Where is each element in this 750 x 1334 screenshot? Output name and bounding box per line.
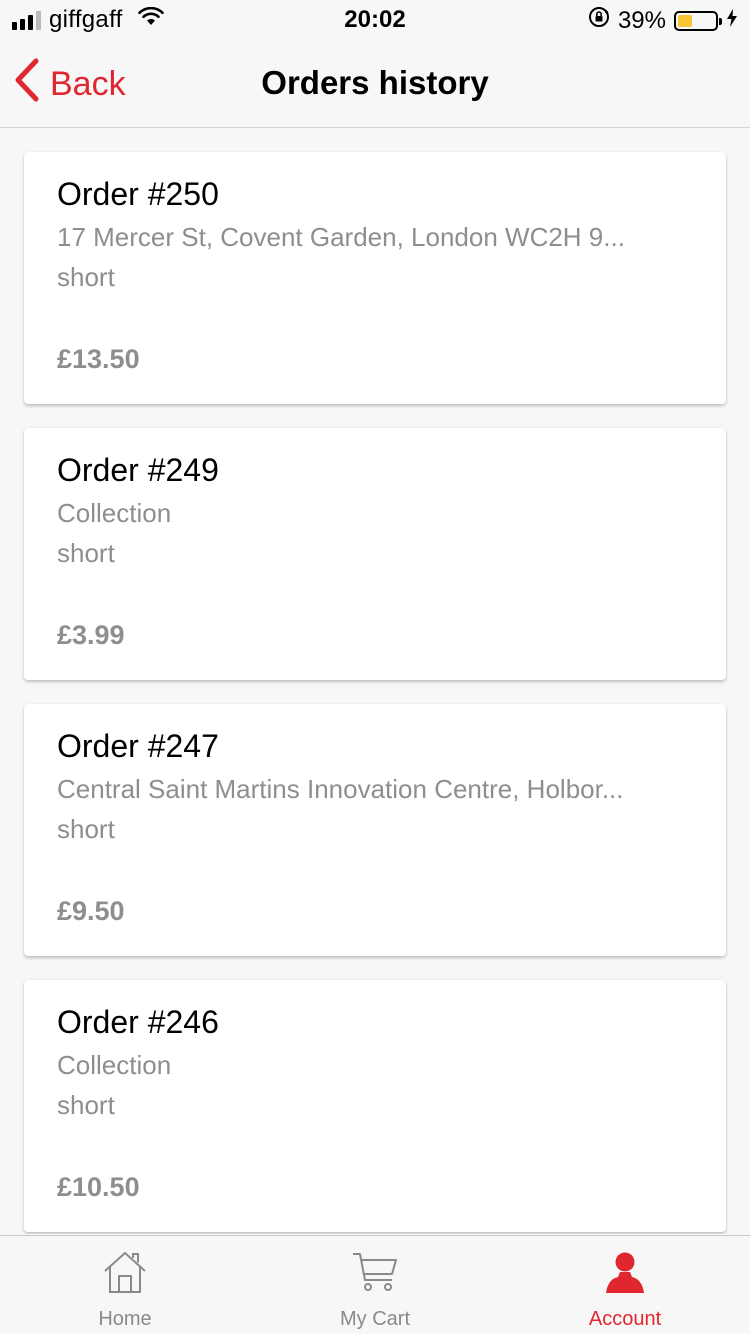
page-title: Orders history bbox=[261, 64, 489, 101]
home-icon bbox=[102, 1250, 148, 1299]
orders-list[interactable]: Order #250 17 Mercer St, Covent Garden, … bbox=[0, 128, 750, 1234]
order-type: short bbox=[57, 538, 115, 568]
status-bar: giffgaff 20:02 39% bbox=[0, 0, 750, 40]
order-card[interactable]: Order #246 Collection short £10.50 bbox=[24, 980, 726, 1232]
order-card[interactable]: Order #249 Collection short £3.99 bbox=[24, 428, 726, 680]
order-price: £9.50 bbox=[57, 896, 125, 926]
charging-icon bbox=[726, 7, 738, 35]
person-icon bbox=[603, 1250, 647, 1299]
order-price: £3.99 bbox=[57, 620, 125, 650]
tab-label: My Cart bbox=[340, 1308, 410, 1330]
order-number: Order #249 bbox=[57, 452, 219, 488]
screen: giffgaff 20:02 39% Back Orders history O… bbox=[0, 0, 750, 1334]
order-address: Central Saint Martins Innovation Centre,… bbox=[57, 774, 624, 804]
tab-bar: Home My Cart Account bbox=[0, 1235, 750, 1334]
order-number: Order #246 bbox=[57, 1004, 219, 1040]
order-type: short bbox=[57, 814, 115, 844]
order-price: £13.50 bbox=[57, 344, 140, 374]
order-address: Collection bbox=[57, 1050, 172, 1080]
order-card[interactable]: Order #247 Central Saint Martins Innovat… bbox=[24, 704, 726, 956]
orientation-lock-icon bbox=[588, 6, 610, 35]
order-price: £10.50 bbox=[57, 1172, 140, 1202]
order-address: Collection bbox=[57, 498, 172, 528]
battery-icon bbox=[674, 10, 722, 31]
navigation-bar: Back Orders history bbox=[0, 40, 750, 128]
tab-account[interactable]: Account bbox=[500, 1236, 750, 1334]
battery-percent: 39% bbox=[617, 6, 666, 34]
tab-label: Home bbox=[98, 1308, 152, 1330]
status-right: 39% bbox=[588, 6, 738, 35]
order-type: short bbox=[57, 1090, 115, 1120]
order-card[interactable]: Order #250 17 Mercer St, Covent Garden, … bbox=[24, 152, 726, 404]
battery-fill bbox=[678, 14, 692, 27]
order-type: short bbox=[57, 262, 115, 292]
tab-my-cart[interactable]: My Cart bbox=[250, 1236, 500, 1334]
tab-home[interactable]: Home bbox=[0, 1236, 250, 1334]
tab-label: Account bbox=[588, 1308, 662, 1330]
order-number: Order #247 bbox=[57, 728, 219, 764]
order-number: Order #250 bbox=[57, 176, 219, 212]
order-address: 17 Mercer St, Covent Garden, London WC2H… bbox=[57, 222, 625, 252]
cart-icon bbox=[351, 1250, 399, 1299]
